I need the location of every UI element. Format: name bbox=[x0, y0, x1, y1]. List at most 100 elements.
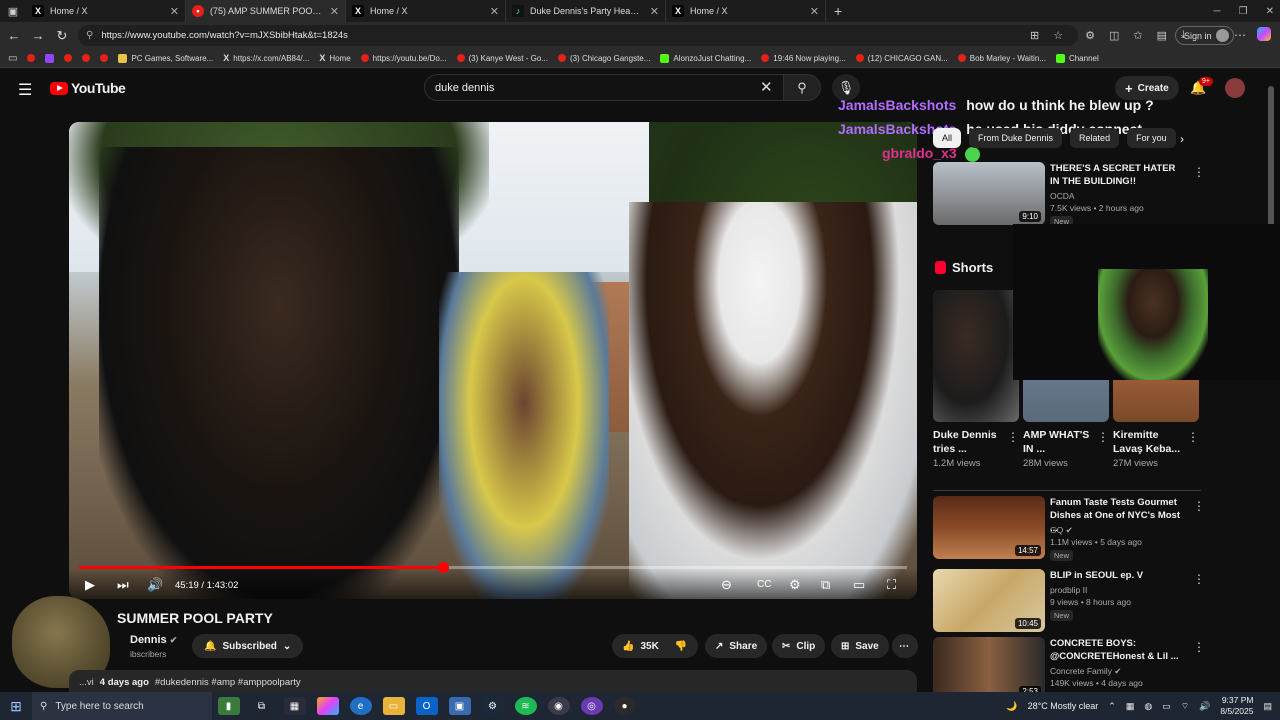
more-options-icon[interactable]: ⋮ bbox=[1097, 430, 1109, 444]
steam-icon[interactable]: ⚙ bbox=[481, 697, 504, 715]
chips-next-icon[interactable]: › bbox=[1180, 132, 1184, 146]
minimize-icon[interactable]: ─ bbox=[1214, 6, 1221, 17]
app-icon[interactable]: ⊞ bbox=[1030, 29, 1039, 42]
next-icon[interactable]: ⏭ bbox=[117, 577, 129, 593]
file-explorer-icon[interactable]: ▭ bbox=[382, 697, 405, 715]
browser-tab[interactable]: X Home / X ✕ bbox=[346, 0, 506, 22]
sign-in-button[interactable]: Sign in bbox=[1175, 26, 1234, 45]
forward-icon[interactable]: → bbox=[26, 28, 50, 43]
dislike-icon[interactable]: 👎 bbox=[675, 641, 687, 652]
more-options-icon[interactable]: ⋮ bbox=[1187, 430, 1199, 444]
more-actions-button[interactable]: ⋯ bbox=[892, 634, 918, 658]
related-video[interactable]: 9:10 THERE'S A SECRET HATER IN THE BUILD… bbox=[933, 162, 1205, 227]
video-player[interactable]: ▶ ⏭ 🔊 45:19 / 1:43:02 ⊖ CC ⚙ ⧉ ▭ ⛶ bbox=[69, 122, 917, 599]
split-screen-icon[interactable]: ◫ bbox=[1109, 29, 1119, 42]
close-tab-icon[interactable]: ✕ bbox=[170, 5, 179, 18]
close-tab-icon[interactable]: ✕ bbox=[810, 5, 819, 18]
bookmark-item[interactable]: 19:46 Now playing... bbox=[761, 54, 846, 63]
bookmark-item[interactable]: (3) Kanye West - Go... bbox=[456, 54, 548, 63]
related-channel[interactable]: OCDA bbox=[1050, 191, 1075, 201]
close-tab-icon[interactable]: ✕ bbox=[330, 5, 339, 18]
bookmark-item[interactable]: https://youtu.be/Do... bbox=[360, 54, 447, 63]
new-tab-button[interactable]: + bbox=[826, 3, 850, 19]
clip-button[interactable]: ✂ Clip bbox=[772, 634, 826, 658]
bookmark-item[interactable]: X Home bbox=[319, 53, 350, 63]
browser-tab[interactable]: ♪ Duke Dennis's Party Head Emoji F ✕ bbox=[506, 0, 666, 22]
app-icon[interactable]: ◎ bbox=[580, 697, 603, 715]
theater-mode-icon[interactable]: ▭ bbox=[853, 577, 865, 593]
youtube-logo[interactable]: YouTube bbox=[50, 80, 126, 96]
related-video[interactable]: 10:45 BLIP in SEOUL ep. V prodblip II 9 … bbox=[933, 569, 1205, 633]
notification-center-icon[interactable]: ▤ bbox=[1263, 701, 1272, 712]
edge-icon[interactable]: e bbox=[349, 697, 372, 715]
refresh-icon[interactable]: ↻ bbox=[50, 28, 74, 44]
subscribed-button[interactable]: 🔔 Subscribed ⌄ bbox=[192, 634, 304, 658]
url-input[interactable]: ⚲ https://www.youtube.com/watch?v=mJXSbi… bbox=[78, 25, 1078, 46]
bookmark-item[interactable]: (3) Chicago Gangste... bbox=[557, 54, 650, 63]
browser-tab-active[interactable]: • (75) AMP SUMMER POOL PARTY ✕ bbox=[186, 0, 346, 22]
related-title[interactable]: CONCRETE BOYS: @CONCRETEHonest & Lil ... bbox=[1050, 637, 1180, 663]
bookmark-item[interactable] bbox=[27, 54, 36, 62]
more-options-icon[interactable]: ⋮ bbox=[1193, 572, 1205, 586]
volume-icon[interactable]: 🔊 bbox=[1199, 701, 1210, 712]
windows-start-icon[interactable]: ⊞ bbox=[0, 698, 32, 715]
tray-icon[interactable]: ▭ bbox=[1162, 701, 1171, 712]
tab-actions-icon[interactable]: ▣ bbox=[0, 0, 26, 22]
channel-name[interactable]: Dennis ✔ bbox=[130, 634, 177, 646]
chip-related[interactable]: Related bbox=[1070, 128, 1120, 148]
chip-for-you[interactable]: For you bbox=[1127, 128, 1176, 148]
site-info-icon[interactable]: ⚲ bbox=[86, 30, 93, 41]
more-options-icon[interactable]: ⋮ bbox=[1007, 430, 1019, 444]
browser-tab[interactable]: X Home / X ✕ bbox=[26, 0, 186, 22]
video-thumbnail[interactable]: 14:57 bbox=[933, 496, 1045, 559]
miniplayer-icon[interactable]: ⧉ bbox=[821, 577, 830, 593]
outlook-icon[interactable]: O bbox=[415, 697, 438, 715]
store-icon[interactable]: ▦ bbox=[283, 697, 306, 715]
fullscreen-icon[interactable]: ⛶ bbox=[887, 577, 896, 593]
captions-icon[interactable]: CC bbox=[757, 579, 771, 590]
taskbar-search[interactable]: ⚲ Type here to search bbox=[32, 692, 212, 720]
copilot-taskbar-icon[interactable]: ▮ bbox=[217, 697, 240, 715]
play-icon[interactable]: ▶ bbox=[85, 577, 95, 593]
restore-icon[interactable]: ❐ bbox=[1239, 6, 1248, 17]
app-icon[interactable]: ◉ bbox=[547, 697, 570, 715]
video-thumbnail[interactable]: 9:10 bbox=[933, 162, 1045, 225]
video-thumbnail[interactable]: 10:45 bbox=[933, 569, 1045, 632]
extensions-icon[interactable]: ⚙ bbox=[1085, 29, 1095, 42]
back-icon[interactable]: ← bbox=[2, 28, 26, 43]
photos-icon[interactable]: ▣ bbox=[448, 697, 471, 715]
copilot-icon[interactable] bbox=[1257, 27, 1271, 41]
more-options-icon[interactable]: ⋮ bbox=[1193, 640, 1205, 654]
settings-gear-icon[interactable]: ⚙ bbox=[789, 577, 801, 593]
close-tab-icon[interactable]: ✕ bbox=[650, 5, 659, 18]
page-scrollbar[interactable] bbox=[1268, 86, 1274, 226]
task-view-icon[interactable]: ⧉ bbox=[251, 697, 273, 715]
copilot-icon[interactable] bbox=[316, 697, 339, 715]
bookmark-item[interactable]: Xhttps://x.com/AB84/... bbox=[223, 53, 309, 63]
short-item[interactable]: Duke Dennis tries ... 1.2M views ⋮ bbox=[933, 290, 1019, 469]
bookmark-item[interactable]: Channel bbox=[1055, 53, 1099, 63]
spotify-icon[interactable]: ≋ bbox=[514, 697, 537, 715]
menu-icon[interactable]: ☰ bbox=[18, 80, 32, 100]
tray-icon[interactable]: ▦ bbox=[1126, 701, 1135, 712]
related-channel[interactable]: Concrete Family ✔ bbox=[1050, 666, 1121, 677]
related-video[interactable]: 14:57 Fanum Taste Tests Gourmet Dishes a… bbox=[933, 496, 1205, 561]
search-button[interactable]: ⚲ bbox=[783, 74, 821, 101]
tray-expand-icon[interactable]: ⌃ bbox=[1108, 701, 1116, 712]
close-window-icon[interactable]: ✕ bbox=[1266, 6, 1274, 17]
bookmark-item[interactable] bbox=[64, 54, 73, 62]
bookmarks-menu-icon[interactable]: ▭ bbox=[8, 53, 17, 64]
more-options-icon[interactable]: ⋮ bbox=[1193, 499, 1205, 513]
autoplay-toggle-icon[interactable]: ⊖ bbox=[721, 577, 732, 593]
bookmark-item[interactable]: AlonzoJust Chatting... bbox=[660, 53, 751, 63]
progress-bar[interactable] bbox=[79, 562, 907, 573]
related-title[interactable]: THERE'S A SECRET HATER IN THE BUILDING!! bbox=[1050, 162, 1180, 188]
related-title[interactable]: BLIP in SEOUL ep. V bbox=[1050, 569, 1180, 582]
save-button[interactable]: ⊞ Save bbox=[831, 634, 889, 658]
more-options-icon[interactable]: ⋮ bbox=[1193, 165, 1205, 179]
short-thumbnail[interactable] bbox=[933, 290, 1019, 422]
weather-icon[interactable]: 🌙 bbox=[1006, 701, 1017, 712]
collections-icon[interactable]: ▤ bbox=[1157, 29, 1167, 42]
bookmark-item[interactable] bbox=[45, 53, 55, 63]
related-channel[interactable]: GQ ✔ bbox=[1050, 525, 1073, 536]
